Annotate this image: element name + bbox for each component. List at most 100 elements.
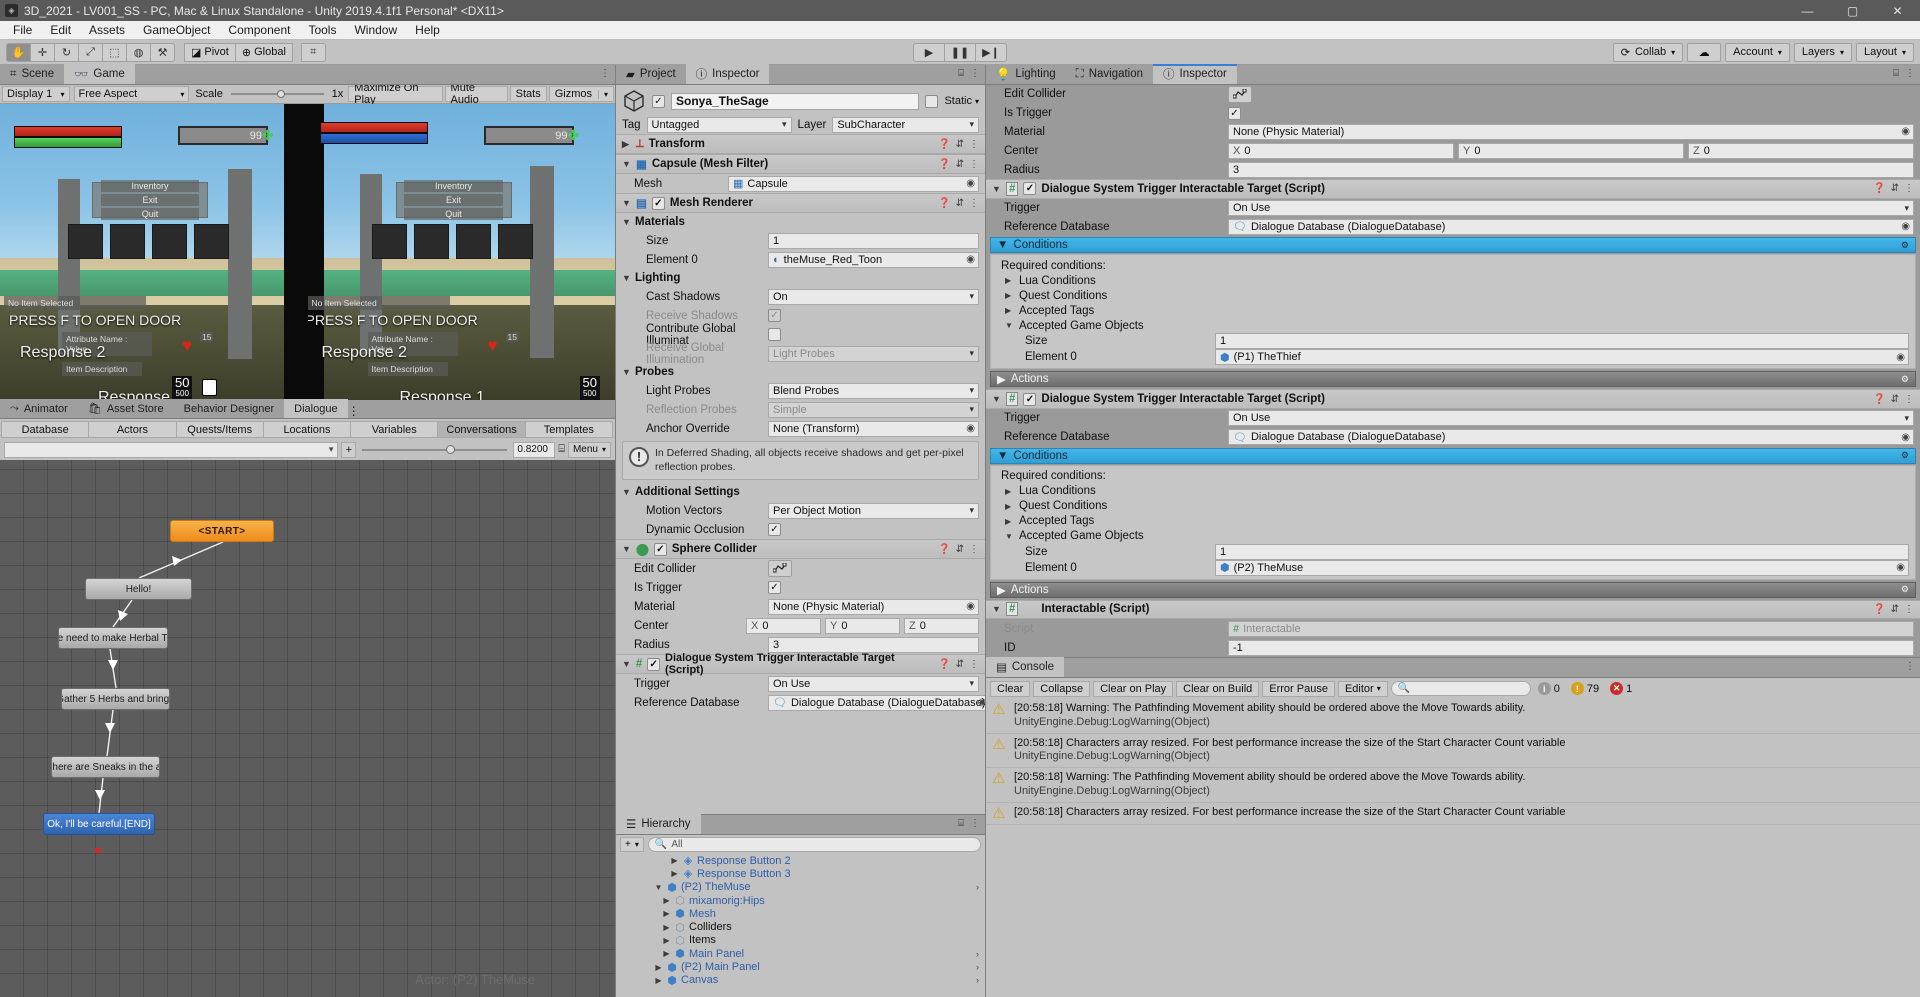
response-1-text[interactable]: Response 1: [400, 389, 485, 400]
layout-button[interactable]: Layout ▾: [1855, 42, 1914, 62]
kebab-icon[interactable]: ⋮: [348, 404, 360, 418]
chevron-right-icon[interactable]: ▶: [997, 583, 1006, 597]
preset-icon[interactable]: ⇵: [1891, 394, 1899, 405]
tab-dialogue[interactable]: Dialogue: [284, 399, 348, 418]
kebab-icon[interactable]: ⋮: [969, 159, 979, 170]
clear-button[interactable]: Clear: [990, 680, 1031, 697]
list-item[interactable]: ▶ ⬢ Main Panel ›: [616, 947, 985, 961]
preset-icon[interactable]: ⇵: [956, 544, 964, 555]
preset-icon[interactable]: ⇵: [956, 139, 964, 150]
menu-item-help[interactable]: Help: [406, 21, 449, 39]
node-end[interactable]: Ok, I'll be careful.[END]: [43, 813, 155, 835]
list-item[interactable]: ⚠ [20:58:18] Warning: The Pathfinding Mo…: [986, 768, 1920, 803]
tab-navigation[interactable]: ⛶ Navigation: [1065, 64, 1154, 84]
tab-scene[interactable]: ⌗ Scene: [0, 64, 65, 84]
trigger1-actions-header[interactable]: ▶ Actions ⚙: [990, 371, 1916, 388]
chevron-down-icon[interactable]: ▼: [992, 184, 1001, 194]
component-mesh-filter[interactable]: ▼ ▦ Capsule (Mesh Filter) ❓ ⇵ ⋮: [616, 154, 985, 174]
mute-audio-toggle[interactable]: Mute Audio: [444, 82, 508, 106]
chevron-down-icon[interactable]: ▼: [622, 198, 631, 208]
dialogue-panel-menu[interactable]: ⋮: [348, 404, 360, 418]
collider-material-field[interactable]: None (Physic Material): [768, 598, 979, 615]
contribute-gi-checkbox[interactable]: [768, 328, 781, 341]
list-item[interactable]: ▶ ◈ Response Button 2: [616, 854, 985, 868]
tab-behavior-designer[interactable]: Behavior Designer: [173, 399, 285, 418]
hierarchy-list[interactable]: ▶ ◈ Response Button 2 ▶ ◈ Response Button 3 …: [616, 854, 985, 997]
mesh-object-field[interactable]: ▦ Capsule: [728, 175, 979, 192]
menu-option-exit[interactable]: Exit: [404, 194, 503, 206]
chevron-right-icon[interactable]: ▶: [662, 923, 671, 932]
help-icon[interactable]: ❓: [938, 159, 950, 170]
cloud-button[interactable]: ☁: [1687, 42, 1722, 62]
zoom-slider-knob[interactable]: [446, 444, 456, 454]
trigger2-element0-field[interactable]: ⬢ (P2) TheMuse: [1215, 559, 1909, 576]
list-item[interactable]: ▶ ⬡ Items: [616, 934, 985, 947]
tab-project[interactable]: ▰ Project: [616, 64, 686, 84]
chevron-right-icon[interactable]: ▶: [1005, 487, 1014, 496]
response-2-text[interactable]: Response 2: [20, 344, 105, 362]
node-sneaks[interactable]: There are Sneaks in the ar: [51, 756, 160, 778]
object-name-field[interactable]: Sonya_TheSage: [671, 92, 920, 110]
help-icon[interactable]: ❓: [938, 659, 950, 670]
help-icon[interactable]: ❓: [938, 139, 950, 150]
chevron-right-icon[interactable]: ▶: [997, 372, 1006, 386]
edit-collider-button[interactable]: [768, 560, 792, 578]
error-pause-toggle[interactable]: Error Pause: [1262, 680, 1335, 697]
static-dropdown[interactable]: Static ▾: [944, 95, 979, 107]
maximize-button[interactable]: ▢: [1830, 0, 1875, 21]
chevron-right-icon[interactable]: ▶: [662, 936, 671, 945]
dialogue-menu-button[interactable]: Menu ▾: [567, 441, 611, 458]
chevron-right-icon[interactable]: ▶: [662, 909, 671, 918]
chevron-right-icon[interactable]: ▶: [1005, 291, 1014, 300]
lighting-section[interactable]: ▼ Lighting: [616, 269, 985, 287]
display-dropdown[interactable]: Display 1 ▾: [2, 86, 70, 102]
rect-tool-icon[interactable]: ⬚: [102, 42, 127, 62]
trigger2-conditions-header[interactable]: ▼ Conditions ⚙: [990, 447, 1916, 464]
move-tool-icon[interactable]: ✛: [30, 42, 55, 62]
editor-dropdown[interactable]: Editor ▾: [1337, 680, 1388, 697]
menu-item-window[interactable]: Window: [345, 21, 406, 39]
trigger2-foldout-tags[interactable]: ▶ Accepted Tags: [991, 514, 1915, 529]
anchor-override-field[interactable]: None (Transform): [768, 420, 979, 437]
preset-icon[interactable]: ⇵: [956, 659, 964, 670]
grid-snap-icon[interactable]: ⌗: [300, 42, 326, 62]
trigger1-foldout-quest[interactable]: ▶ Quest Conditions: [991, 288, 1915, 303]
rotate-tool-icon[interactable]: ↻: [54, 42, 79, 62]
tab-hierarchy[interactable]: ☰ Hierarchy: [616, 814, 701, 834]
inventory-menu-panel[interactable]: Inventory Exit Quit: [395, 180, 512, 220]
additional-settings-section[interactable]: ▼ Additional Settings: [616, 483, 985, 501]
preset-icon[interactable]: ⇵: [1891, 604, 1899, 615]
inventory-slot[interactable]: [413, 224, 449, 259]
component-transform[interactable]: ▶ ⟂ Transform ❓ ⇵ ⋮: [616, 134, 985, 154]
transform-tool-icon[interactable]: ◍: [126, 42, 151, 62]
trigger2-actions-header[interactable]: ▶ Actions ⚙: [990, 581, 1916, 598]
r-center-y-field[interactable]: Y0: [1458, 142, 1684, 159]
lock-icon[interactable]: ⌸: [958, 68, 964, 79]
subtab-database[interactable]: Database: [1, 421, 90, 438]
component-dialogue-trigger-1[interactable]: ▼ # ✓ Dialogue System Trigger Interactab…: [986, 178, 1920, 199]
inventory-slot[interactable]: [455, 224, 491, 259]
menu-option-quit[interactable]: Quit: [404, 208, 503, 220]
menu-option-inventory[interactable]: Inventory: [100, 180, 200, 192]
trigger2-foldout-gameobjects[interactable]: ▼ Accepted Game Objects: [991, 529, 1915, 544]
panel-menu[interactable]: ⋮: [600, 68, 610, 79]
subtab-templates[interactable]: Templates: [524, 421, 613, 438]
menu-item-edit[interactable]: Edit: [41, 21, 80, 39]
tab-animator[interactable]: ⤳ Animator: [0, 399, 78, 418]
trigger2-size-field[interactable]: 1: [1215, 543, 1909, 560]
kebab-icon[interactable]: ⋮: [1904, 604, 1914, 615]
hierarchy-search-input[interactable]: 🔍 All: [647, 837, 981, 852]
tab-console[interactable]: ▤ Console: [986, 657, 1065, 677]
menu-item-assets[interactable]: Assets: [80, 21, 134, 39]
object-enabled-checkbox[interactable]: ✓: [652, 94, 665, 108]
motion-vectors-dropdown[interactable]: Per Object Motion: [768, 502, 979, 519]
materials-size-field[interactable]: 1: [768, 232, 979, 249]
layer-dropdown[interactable]: SubCharacter: [832, 116, 979, 133]
console-log-list[interactable]: ⚠ [20:58:18] Warning: The Pathfinding Mo…: [986, 699, 1920, 997]
game-view[interactable]: 99 ✤ Inventory Exit Quit No Item Selecte…: [0, 104, 615, 400]
trigger1-trigger-dropdown[interactable]: On Use: [1228, 200, 1914, 217]
chevron-right-icon[interactable]: ▶: [654, 963, 663, 972]
kebab-icon[interactable]: ⋮: [1904, 394, 1914, 405]
clear-on-build-toggle[interactable]: Clear on Build: [1176, 680, 1260, 697]
lock-icon[interactable]: ⌸: [958, 818, 964, 829]
